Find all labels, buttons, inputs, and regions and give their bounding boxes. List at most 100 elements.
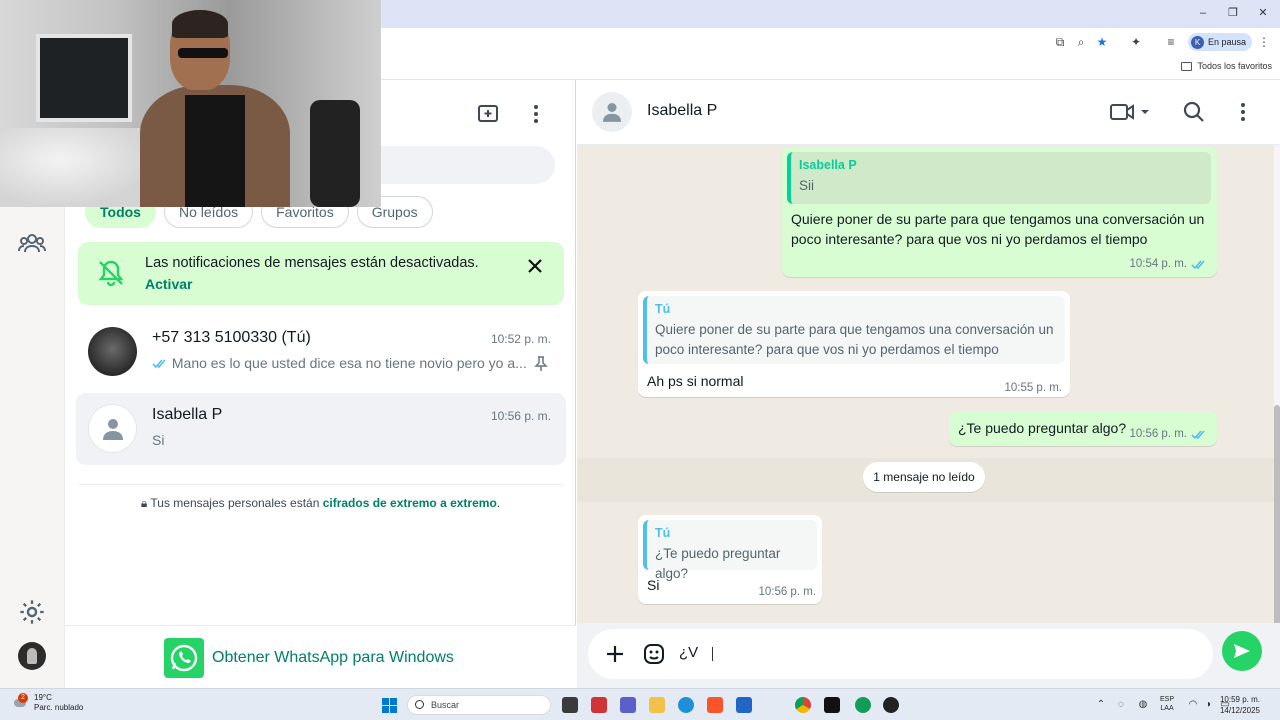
quote-text: Quiere poner de su parte para que tengam… xyxy=(655,322,1054,357)
message-time: 10:56 p. m. xyxy=(1129,428,1187,440)
profile-status: En pausa xyxy=(1208,37,1247,47)
profile-avatar-icon[interactable] xyxy=(18,642,46,670)
scrollbar-thumb[interactable] xyxy=(1274,405,1280,625)
message-meta: 10:54 p. m. xyxy=(1129,258,1207,270)
task-view-icon[interactable] xyxy=(562,697,578,713)
encryption-suffix: . xyxy=(496,496,501,510)
zoom-icon[interactable]: ⌕ xyxy=(1074,35,1088,49)
chat-preview-text: Mano es lo que usted dice esa no tiene n… xyxy=(171,355,527,371)
taskbar-search[interactable]: Buscar xyxy=(407,695,551,715)
quote-author: Isabella P xyxy=(799,158,857,172)
menu-dots-icon[interactable]: ⋮ xyxy=(1257,35,1271,49)
encryption-link[interactable]: cifrados de extremo a extremo xyxy=(323,496,497,510)
quote-text: ¿Te puedo preguntar algo? xyxy=(655,546,781,581)
system-clock[interactable]: 10:59 p. m. 14/12/2025 xyxy=(1220,694,1260,716)
quoted-message[interactable]: Tú ¿Te puedo preguntar algo? xyxy=(643,520,817,581)
windows-start-icon[interactable] xyxy=(382,698,397,713)
tray-app-icon[interactable]: ◌ xyxy=(1115,699,1127,711)
menu-icon[interactable] xyxy=(524,102,548,126)
app-green-icon[interactable] xyxy=(855,697,871,713)
message-bubble-outgoing[interactable]: Isabella P Sii Quiere poner de su parte … xyxy=(782,147,1217,277)
chat-time: 10:52 p. m. xyxy=(490,332,551,346)
get-app-label: Obtener WhatsApp para Windows xyxy=(212,649,454,666)
webcam-background-fabric xyxy=(0,128,150,207)
volume-icon[interactable]: ◗ xyxy=(1203,699,1215,711)
quote-text: Sii xyxy=(799,178,815,193)
chat-time: 10:56 p. m. xyxy=(490,409,551,423)
quoted-message[interactable]: Isabella P Sii xyxy=(787,152,1211,204)
get-app-button[interactable]: Obtener WhatsApp para Windows xyxy=(164,638,454,678)
settings-icon[interactable] xyxy=(18,598,46,626)
menu-icon[interactable] xyxy=(1231,100,1255,124)
extensions-icon[interactable]: ✦ xyxy=(1129,35,1143,49)
chat-preview: Si xyxy=(152,432,165,448)
get-app-bar: Obtener WhatsApp para Windows xyxy=(65,625,576,688)
video-call-icon[interactable] xyxy=(1109,100,1149,124)
clock-date: 14/12/2025 xyxy=(1219,706,1260,715)
message-bubble-incoming[interactable]: Tú Quiere poner de su parte para que ten… xyxy=(638,291,1070,397)
chat-list-item[interactable]: Isabella P 10:56 p. m. Si xyxy=(76,393,566,465)
tray-chevron-icon[interactable]: ⌃ xyxy=(1095,699,1107,711)
pin-icon xyxy=(534,356,548,371)
file-explorer-icon[interactable] xyxy=(649,697,665,713)
language-top: ESP xyxy=(1160,696,1175,703)
message-composer: ¿V xyxy=(577,623,1280,688)
obs-icon[interactable] xyxy=(883,697,899,713)
install-app-icon[interactable]: ⧉ xyxy=(1053,35,1067,49)
default-user-icon xyxy=(603,103,621,122)
temperature: 19°C xyxy=(34,693,52,702)
message-bubble-incoming[interactable]: Tú ¿Te puedo preguntar algo? Si 10:56 p.… xyxy=(638,515,822,604)
tray-app-icon[interactable]: ◍ xyxy=(1137,699,1149,711)
sticker-icon[interactable] xyxy=(642,642,666,666)
reading-list-icon[interactable]: ≡ xyxy=(1164,35,1178,49)
quoted-message[interactable]: Tú Quiere poner de su parte para que ten… xyxy=(643,296,1065,364)
communities-icon[interactable] xyxy=(18,230,46,258)
teams-icon[interactable] xyxy=(620,697,636,713)
chrome-icon[interactable] xyxy=(795,697,811,713)
contact-avatar xyxy=(88,327,137,376)
contact-avatar[interactable] xyxy=(592,92,632,132)
app-red-icon[interactable] xyxy=(591,697,607,713)
language-indicator[interactable]: ESP LAA xyxy=(1160,695,1174,713)
restore-icon[interactable]: ❐ xyxy=(1226,6,1240,20)
message-bubble-outgoing[interactable]: ¿Te puedo preguntar algo? 10:56 p. m. xyxy=(949,411,1217,446)
chat-preview: Mano es lo que usted dice esa no tiene n… xyxy=(152,355,532,371)
close-window-icon[interactable]: ✕ xyxy=(1256,6,1270,20)
bookmark-star-icon[interactable]: ★ xyxy=(1095,35,1109,49)
search-icon[interactable] xyxy=(1182,100,1206,124)
store-icon[interactable] xyxy=(736,697,752,713)
bell-off-icon xyxy=(98,260,124,287)
read-ticks-icon xyxy=(152,359,166,369)
cloud-icon: 2 xyxy=(12,693,28,711)
whatsapp-logo-icon xyxy=(164,638,204,678)
send-button[interactable] xyxy=(1222,631,1262,671)
tiktok-icon[interactable] xyxy=(824,697,840,713)
weather-widget[interactable]: 2 19°C Parc. nublado xyxy=(12,693,83,713)
notification-title: Las notificaciones de mensajes están des… xyxy=(145,255,479,271)
edge-icon[interactable] xyxy=(678,697,694,713)
webcam-person xyxy=(140,10,360,207)
chat-list-item[interactable]: +57 313 5100330 (Tú) 10:52 p. m. Mano es… xyxy=(76,316,566,388)
new-chat-icon[interactable] xyxy=(476,102,500,126)
enable-notifications-link[interactable]: Activar xyxy=(145,276,192,292)
message-meta: 10:56 p. m. xyxy=(1129,428,1207,440)
conversation-panel: Isabella P Isabella P Sii Quiere poner d… xyxy=(577,80,1280,688)
contact-name[interactable]: Isabella P xyxy=(647,102,717,120)
notifications-banner: Las notificaciones de mensajes están des… xyxy=(78,242,564,305)
weather-condition: Parc. nublado xyxy=(34,703,84,712)
quote-author: Tú xyxy=(655,302,671,316)
message-text: Si xyxy=(647,577,660,593)
taskbar-search-label: Buscar xyxy=(431,700,460,710)
chat-name: Isabella P xyxy=(152,406,223,423)
close-icon[interactable] xyxy=(527,258,543,274)
attach-plus-icon[interactable] xyxy=(603,642,627,666)
message-meta: 10:56 p. m. xyxy=(758,586,816,598)
search-icon xyxy=(415,700,424,709)
wifi-icon[interactable]: ◠ xyxy=(1187,699,1199,711)
profile-chip[interactable]: K En pausa xyxy=(1188,33,1253,51)
all-bookmarks-button[interactable]: Todos los favoritos xyxy=(1181,61,1272,71)
brave-icon[interactable] xyxy=(707,697,723,713)
encryption-prefix: Tus mensajes personales están xyxy=(150,496,323,510)
minimize-icon[interactable]: – xyxy=(1196,6,1210,20)
message-input[interactable]: ¿V xyxy=(679,644,698,661)
